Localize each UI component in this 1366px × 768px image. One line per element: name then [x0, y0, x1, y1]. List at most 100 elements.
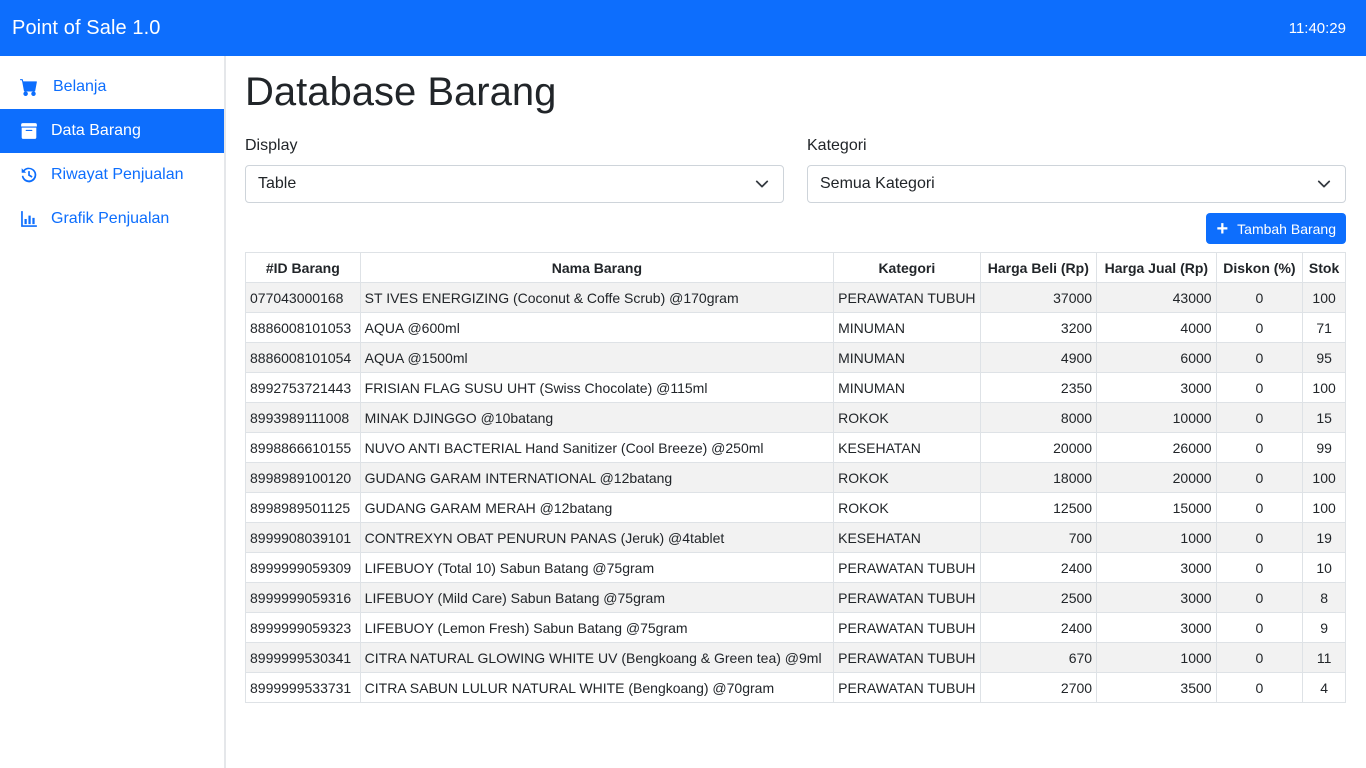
cell-name: AQUA @1500ml	[359, 342, 835, 373]
cell-discount: 0	[1215, 372, 1304, 403]
cell-name: CITRA NATURAL GLOWING WHITE UV (Bengkoan…	[359, 642, 835, 673]
cell-name: CITRA SABUN LULUR NATURAL WHITE (Bengkoa…	[359, 672, 835, 703]
table-row[interactable]: 8999999530341 CITRA NATURAL GLOWING WHITE…	[245, 642, 1346, 673]
column-header[interactable]: Stok	[1302, 252, 1346, 283]
cart-icon	[20, 78, 38, 96]
display-select[interactable]: Table	[245, 165, 784, 203]
chevron-down-icon	[1317, 180, 1331, 188]
cell-sell-price: 43000	[1096, 282, 1217, 313]
cell-category: KESEHATAN	[833, 522, 981, 553]
archive-icon	[20, 122, 38, 140]
sidebar-item-data-barang[interactable]: Data Barang	[0, 109, 224, 153]
table-row[interactable]: 8999999533731 CITRA SABUN LULUR NATURAL W…	[245, 672, 1346, 703]
cell-buy-price: 2700	[979, 672, 1098, 703]
cell-discount: 0	[1215, 672, 1304, 703]
column-header[interactable]: Diskon (%)	[1215, 252, 1304, 283]
table-row[interactable]: 8993989111008 MINAK DJINGGO @10batang ROKO…	[245, 402, 1346, 433]
table-row[interactable]: 8886008101054 AQUA @1500ml MINUMAN 4900 6000…	[245, 342, 1346, 373]
cell-buy-price: 37000	[979, 282, 1098, 313]
column-header[interactable]: Harga Beli (Rp)	[979, 252, 1098, 283]
cell-category: PERAWATAN TUBUH	[833, 612, 981, 643]
cell-discount: 0	[1215, 492, 1304, 523]
add-item-button[interactable]: + Tambah Barang	[1206, 213, 1346, 244]
cell-stock: 100	[1302, 492, 1346, 523]
cell-sell-price: 3000	[1096, 582, 1217, 613]
filter-row: Display Table Kategori Semua Kategori	[245, 137, 1346, 203]
display-filter: Display Table	[245, 137, 784, 203]
cell-stock: 100	[1302, 372, 1346, 403]
cell-stock: 9	[1302, 612, 1346, 643]
cell-id: 8999999533731	[245, 672, 361, 703]
cell-category: PERAWATAN TUBUH	[833, 552, 981, 583]
table-row[interactable]: 8998989100120 GUDANG GARAM INTERNATIONAL …	[245, 462, 1346, 493]
plus-icon: +	[1216, 217, 1229, 240]
table-row[interactable]: 8886008101053 AQUA @600ml MINUMAN 3200 4000 0…	[245, 312, 1346, 343]
cell-buy-price: 4900	[979, 342, 1098, 373]
display-label: Display	[245, 137, 298, 154]
cell-id: 8998989100120	[245, 462, 361, 493]
cell-buy-price: 18000	[979, 462, 1098, 493]
sidebar-item-riwayat-penjualan[interactable]: Riwayat Penjualan	[0, 153, 224, 197]
add-item-label: Tambah Barang	[1237, 220, 1336, 237]
cell-id: 8886008101053	[245, 312, 361, 343]
cell-discount: 0	[1215, 432, 1304, 463]
cell-name: GUDANG GARAM INTERNATIONAL @12batang	[359, 462, 835, 493]
display-value: Table	[258, 175, 297, 192]
kategori-select[interactable]: Semua Kategori	[807, 165, 1346, 203]
cell-name: MINAK DJINGGO @10batang	[359, 402, 835, 433]
table-header-row: #ID Barang Nama Barang Kategori Harga Be…	[245, 252, 1346, 283]
table-row[interactable]: 8992753721443 FRISIAN FLAG SUSU UHT (Swis…	[245, 372, 1346, 403]
cell-name: AQUA @600ml	[359, 312, 835, 343]
cell-stock: 95	[1302, 342, 1346, 373]
cell-stock: 10	[1302, 552, 1346, 583]
cell-id: 077043000168	[245, 282, 361, 313]
cell-category: PERAWATAN TUBUH	[833, 282, 981, 313]
cell-buy-price: 670	[979, 642, 1098, 673]
cell-name: CONTREXYN OBAT PENURUN PANAS (Jeruk) @4t…	[359, 522, 835, 553]
chart-icon	[20, 210, 38, 228]
cell-stock: 71	[1302, 312, 1346, 343]
cell-sell-price: 1000	[1096, 642, 1217, 673]
kategori-value: Semua Kategori	[820, 175, 935, 192]
cell-id: 8998866610155	[245, 432, 361, 463]
cell-discount: 0	[1215, 312, 1304, 343]
table-row[interactable]: 8999908039101 CONTREXYN OBAT PENURUN PANA…	[245, 522, 1346, 553]
cell-discount: 0	[1215, 612, 1304, 643]
table-row[interactable]: 8999999059309 LIFEBUOY (Total 10) Sabun B…	[245, 552, 1346, 583]
cell-category: PERAWATAN TUBUH	[833, 672, 981, 703]
column-header[interactable]: Nama Barang	[359, 252, 835, 283]
cell-discount: 0	[1215, 462, 1304, 493]
sidebar-item-grafik-penjualan[interactable]: Grafik Penjualan	[0, 197, 224, 241]
cell-category: MINUMAN	[833, 372, 981, 403]
sidebar-item-belanja[interactable]: Belanja	[0, 65, 224, 109]
sidebar-item-label: Belanja	[53, 78, 107, 95]
column-header[interactable]: #ID Barang	[245, 252, 361, 283]
cell-stock: 100	[1302, 282, 1346, 313]
app-title[interactable]: Point of Sale 1.0	[12, 17, 160, 40]
table-row[interactable]: 8998866610155 NUVO ANTI BACTERIAL Hand Sa…	[245, 432, 1346, 463]
cell-name: LIFEBUOY (Mild Care) Sabun Batang @75gra…	[359, 582, 835, 613]
cell-name: LIFEBUOY (Lemon Fresh) Sabun Batang @75g…	[359, 612, 835, 643]
cell-buy-price: 2500	[979, 582, 1098, 613]
cell-id: 8999908039101	[245, 522, 361, 553]
table-row[interactable]: 8998989501125 GUDANG GARAM MERAH @12batan…	[245, 492, 1346, 523]
cell-stock: 8	[1302, 582, 1346, 613]
cell-sell-price: 1000	[1096, 522, 1217, 553]
column-header[interactable]: Harga Jual (Rp)	[1096, 252, 1217, 283]
sidebar-item-label: Data Barang	[51, 122, 141, 139]
cell-discount: 0	[1215, 642, 1304, 673]
table-row[interactable]: 8999999059316 LIFEBUOY (Mild Care) Sabun …	[245, 582, 1346, 613]
column-header[interactable]: Kategori	[833, 252, 981, 283]
cell-name: FRISIAN FLAG SUSU UHT (Swiss Chocolate) …	[359, 372, 835, 403]
cell-sell-price: 3500	[1096, 672, 1217, 703]
cell-id: 8999999059316	[245, 582, 361, 613]
cell-sell-price: 15000	[1096, 492, 1217, 523]
cell-id: 8999999059309	[245, 552, 361, 583]
sidebar-item-label: Riwayat Penjualan	[51, 166, 184, 183]
table-row[interactable]: 077043000168 ST IVES ENERGIZING (Coconut …	[245, 282, 1346, 313]
cell-id: 8993989111008	[245, 402, 361, 433]
cell-sell-price: 26000	[1096, 432, 1217, 463]
table-row[interactable]: 8999999059323 LIFEBUOY (Lemon Fresh) Sabu…	[245, 612, 1346, 643]
cell-sell-price: 4000	[1096, 312, 1217, 343]
cell-name: ST IVES ENERGIZING (Coconut & Coffe Scru…	[359, 282, 835, 313]
